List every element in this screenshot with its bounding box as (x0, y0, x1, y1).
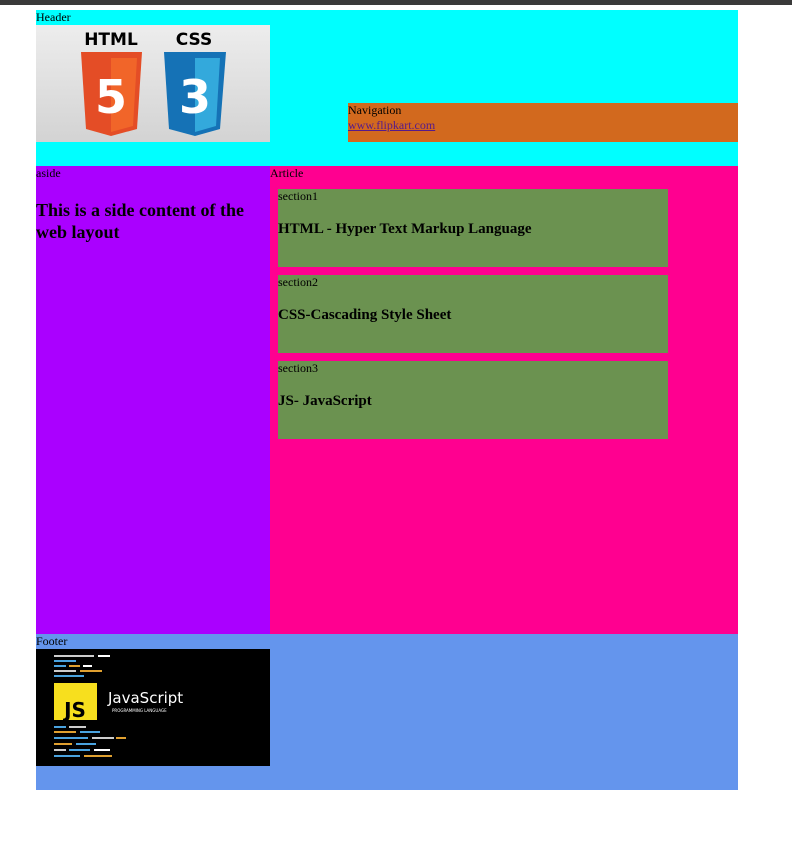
page-header: Header HTML 5 CSS 3 Navigation www.flipk… (36, 10, 738, 166)
section-heading: CSS-Cascading Style Sheet (278, 307, 452, 323)
footer-label: Footer (36, 634, 68, 648)
javascript-banner-image: JS JavaScript PROGRAMMING LANGUAGE (36, 649, 270, 766)
top-bar (0, 0, 792, 5)
aside-heading: This is a side content of the web layout (36, 200, 245, 242)
section-heading: JS- JavaScript (278, 393, 372, 409)
javascript-logo: JS JavaScript PROGRAMMING LANGUAGE (54, 655, 183, 757)
page-footer: Footer JS JavaScript PROGRAMMING LANGUAG… (36, 634, 738, 790)
header-label: Header (36, 10, 71, 24)
section-2: section2 CSS-Cascading Style Sheet (278, 275, 668, 353)
aside-panel: aside This is a side content of the web … (36, 166, 270, 634)
html5-css3-logo: HTML 5 CSS 3 (81, 30, 226, 136)
css-logo-text: CSS (176, 30, 213, 50)
css-logo-number: 3 (179, 70, 211, 124)
html-logo-number: 5 (95, 70, 127, 124)
js-title: JavaScript (107, 689, 183, 707)
section-label: section1 (278, 189, 318, 203)
article-label: Article (270, 166, 304, 180)
section-heading: HTML - Hyper Text Markup Language (278, 221, 532, 237)
html-css-logo-image: HTML 5 CSS 3 (36, 25, 270, 142)
html-logo-text: HTML (84, 30, 138, 50)
section-label: section2 (278, 275, 318, 289)
section-1: section1 HTML - Hyper Text Markup Langua… (278, 189, 668, 267)
navigation: Navigation www.flipkart.com (348, 103, 738, 142)
section-3: section3 JS- JavaScript (278, 361, 668, 439)
flipkart-link[interactable]: www.flipkart.com (348, 118, 435, 132)
js-subtitle: PROGRAMMING LANGUAGE (112, 708, 167, 713)
nav-label: Navigation (348, 103, 402, 117)
article-panel: Article section1 HTML - Hyper Text Marku… (270, 166, 738, 634)
js-badge-text: JS (62, 698, 86, 722)
aside-label: aside (36, 166, 61, 180)
section-label: section3 (278, 361, 318, 375)
